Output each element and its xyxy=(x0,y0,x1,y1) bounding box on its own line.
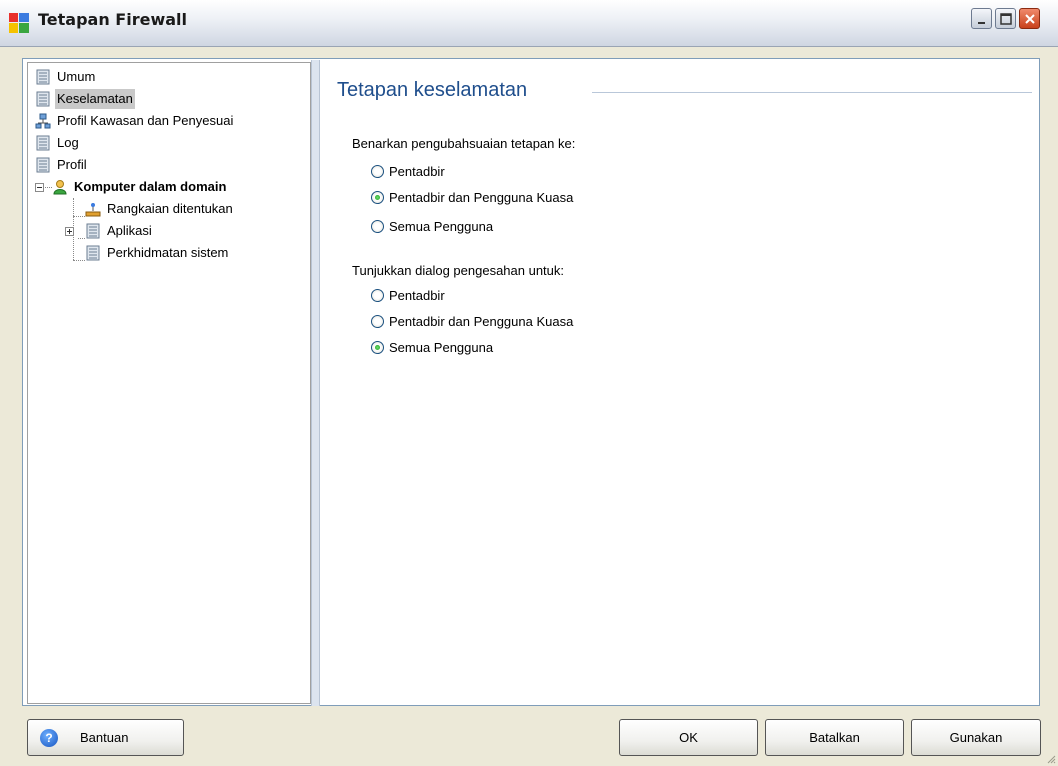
tree-connector xyxy=(78,238,85,239)
network-icon xyxy=(35,113,51,129)
close-button[interactable] xyxy=(1019,8,1040,29)
help-icon: ? xyxy=(40,729,58,747)
ok-button[interactable]: OK xyxy=(619,719,758,756)
document-icon xyxy=(36,91,50,107)
maximize-button[interactable] xyxy=(995,8,1016,29)
tree-item-label: Log xyxy=(57,135,79,150)
tree-connector xyxy=(73,260,85,261)
tree-item-label: Keselamatan xyxy=(55,89,135,109)
cancel-button[interactable]: Batalkan xyxy=(765,719,904,756)
document-icon xyxy=(86,223,100,239)
radio-selected-dot xyxy=(375,195,380,200)
radio-circle[interactable] xyxy=(371,341,384,354)
group-label-confirm-dialog: Tunjukkan dialog pengesahan untuk: xyxy=(352,263,565,278)
title-divider xyxy=(592,92,1032,93)
minimize-button[interactable] xyxy=(971,8,992,29)
tree-item-label: Rangkaian ditentukan xyxy=(107,201,233,216)
radio-label: Pentadbir dan Pengguna Kuasa xyxy=(389,314,574,329)
radio-selected-dot xyxy=(375,345,380,350)
tree-collapse-toggle[interactable] xyxy=(35,183,44,192)
cancel-button-label: Batalkan xyxy=(809,730,860,745)
help-button[interactable]: ? Bantuan xyxy=(27,719,184,756)
window-title: Tetapan Firewall xyxy=(38,10,187,29)
tree-connector xyxy=(45,187,52,188)
tree-connector xyxy=(73,216,85,217)
network-icon xyxy=(85,203,101,217)
apply-button[interactable]: Gunakan xyxy=(911,719,1041,756)
maximize-icon xyxy=(1000,13,1012,25)
radio-label: Semua Pengguna xyxy=(389,340,494,355)
radio-label: Pentadbir xyxy=(389,164,445,179)
minimize-icon xyxy=(978,22,985,24)
radio-label: Pentadbir dan Pengguna Kuasa xyxy=(389,190,574,205)
radio-circle[interactable] xyxy=(371,220,384,233)
document-icon xyxy=(36,157,50,173)
tree-item-label: Aplikasi xyxy=(107,223,152,238)
radio-circle[interactable] xyxy=(371,289,384,302)
title-bar[interactable]: Tetapan Firewall xyxy=(0,0,1058,47)
radio-circle[interactable] xyxy=(371,165,384,178)
help-button-label: Bantuan xyxy=(80,730,129,745)
user-icon xyxy=(53,180,67,195)
settings-tree[interactable]: Umum Keselamatan Profil Kawasan dan Peny… xyxy=(27,62,311,704)
page-title: Tetapan keselamatan xyxy=(337,79,528,101)
close-icon xyxy=(1025,14,1035,24)
tree-item-label: Perkhidmatan sistem xyxy=(107,245,229,260)
group-label-modify-settings: Benarkan pengubahsuaian tetapan ke: xyxy=(352,136,576,151)
ok-button-label: OK xyxy=(679,730,698,745)
pane-splitter[interactable] xyxy=(311,60,320,706)
radio-label: Pentadbir xyxy=(389,288,445,303)
tree-item-label: Profil xyxy=(57,157,87,172)
tree-item-label: Umum xyxy=(57,69,96,84)
radio-circle[interactable] xyxy=(371,191,384,204)
document-icon xyxy=(86,245,100,261)
document-icon xyxy=(36,69,50,85)
document-icon xyxy=(36,135,50,151)
radio-circle[interactable] xyxy=(371,315,384,328)
avg-logo-icon xyxy=(9,13,29,33)
apply-button-label: Gunakan xyxy=(949,730,1003,745)
tree-item-label: Komputer dalam domain xyxy=(74,179,227,194)
radio-label: Semua Pengguna xyxy=(389,219,494,234)
tree-item-label: Profil Kawasan dan Penyesuai xyxy=(57,113,234,128)
resize-grip-icon[interactable] xyxy=(1046,754,1056,764)
tree-expand-toggle[interactable] xyxy=(65,227,74,236)
